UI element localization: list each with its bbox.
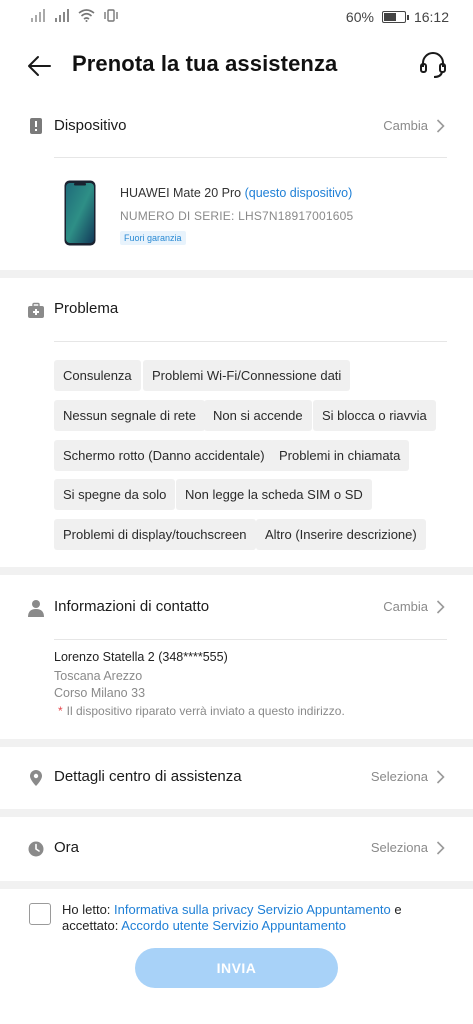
problem-option-shuts-down[interactable]: Si spegne da solo	[54, 479, 176, 510]
problem-section-header: Problema	[0, 280, 473, 340]
contact-street: Corso Milano 33	[54, 686, 146, 700]
consent-checkbox[interactable]	[29, 903, 51, 925]
device-section-title: Dispositivo	[54, 117, 127, 134]
time-title: Ora	[54, 839, 80, 856]
wifi-icon	[78, 9, 95, 22]
divider	[54, 639, 447, 640]
problem-option-broken-screen[interactable]: Schermo rotto (Danno accidentale)	[54, 440, 274, 471]
select-time-button[interactable]: Seleziona	[371, 840, 445, 855]
service-center-title: Dettagli centro di assistenza	[54, 768, 242, 785]
status-bar: 60% 16:12	[0, 0, 473, 34]
warranty-badge: Fuori garanzia	[120, 231, 186, 245]
problem-section-title: Problema	[54, 300, 119, 317]
support-button[interactable]	[417, 49, 449, 81]
device-alert-icon	[30, 118, 42, 134]
clock: 16:12	[413, 9, 449, 25]
section-gap	[0, 809, 473, 817]
battery-percent: 60%	[345, 9, 374, 25]
device-name: HUAWEI Mate 20 Pro (questo dispositivo)	[120, 186, 353, 200]
signal-icon	[31, 9, 45, 22]
chevron-right-icon	[436, 840, 445, 855]
section-gap	[0, 881, 473, 889]
section-gap	[0, 739, 473, 747]
back-button[interactable]	[24, 50, 56, 82]
device-section-header: Dispositivo Cambia	[0, 97, 473, 157]
service-center-row[interactable]: Dettagli centro di assistenza Seleziona	[0, 748, 473, 808]
problem-option-consulenza[interactable]: Consulenza	[54, 360, 141, 391]
contact-name-phone: Lorenzo Statella 2 (348****555)	[54, 650, 228, 664]
headset-icon	[420, 52, 446, 78]
chevron-right-icon	[436, 118, 445, 133]
problem-option-freeze[interactable]: Si blocca o riavvia	[313, 400, 436, 431]
vibrate-icon	[104, 9, 118, 22]
device-serial: NUMERO DI SERIE: LHS7N18917001605	[120, 209, 354, 223]
section-gap	[0, 567, 473, 575]
arrow-left-icon	[28, 56, 51, 76]
change-contact-button[interactable]: Cambia	[383, 599, 445, 614]
chevron-right-icon	[436, 599, 445, 614]
contact-section-title: Informazioni di contatto	[54, 598, 210, 615]
divider	[54, 157, 447, 158]
this-device-label: (questo dispositivo)	[244, 186, 353, 200]
section-gap	[0, 270, 473, 278]
problem-option-no-signal[interactable]: Nessun segnale di rete	[54, 400, 205, 431]
problem-option-wifi[interactable]: Problemi Wi-Fi/Connessione dati	[143, 360, 351, 391]
signal-icon-secondary	[55, 9, 69, 22]
problem-option-call[interactable]: Problemi in chiamata	[270, 440, 410, 471]
contact-section-header: Informazioni di contatto Cambia	[0, 578, 473, 638]
page-title: Prenota la tua assistenza	[72, 51, 338, 76]
clock-icon	[28, 841, 44, 857]
required-star-icon: *	[58, 704, 63, 718]
problem-option-no-power[interactable]: Non si accende	[204, 400, 312, 431]
consent-text: Ho letto: Informativa sulla privacy Serv…	[62, 902, 402, 933]
privacy-policy-link[interactable]: Informativa sulla privacy Servizio Appun…	[114, 902, 391, 917]
submit-button[interactable]: INVIA	[135, 948, 338, 988]
battery-icon	[381, 11, 409, 23]
user-agreement-link[interactable]: Accordo utente Servizio Appuntamento	[121, 918, 346, 933]
person-icon	[28, 600, 44, 617]
phone-image	[64, 180, 96, 246]
problem-option-other[interactable]: Altro (Inserire descrizione)	[256, 519, 426, 550]
app-header: Prenota la tua assistenza	[0, 34, 473, 96]
divider	[54, 341, 447, 342]
problem-option-sim[interactable]: Non legge la scheda SIM o SD	[176, 479, 372, 510]
chevron-right-icon	[436, 769, 445, 784]
contact-note: * Il dispositivo riparato verrà inviato a…	[58, 704, 345, 718]
change-device-button[interactable]: Cambia	[383, 118, 445, 133]
location-pin-icon	[30, 770, 42, 786]
medical-kit-icon	[28, 302, 44, 318]
contact-region: Toscana Arezzo	[54, 669, 143, 683]
problem-option-display[interactable]: Problemi di display/touchscreen	[54, 519, 256, 550]
time-row[interactable]: Ora Seleziona	[0, 819, 473, 879]
select-service-center-button[interactable]: Seleziona	[371, 769, 445, 784]
